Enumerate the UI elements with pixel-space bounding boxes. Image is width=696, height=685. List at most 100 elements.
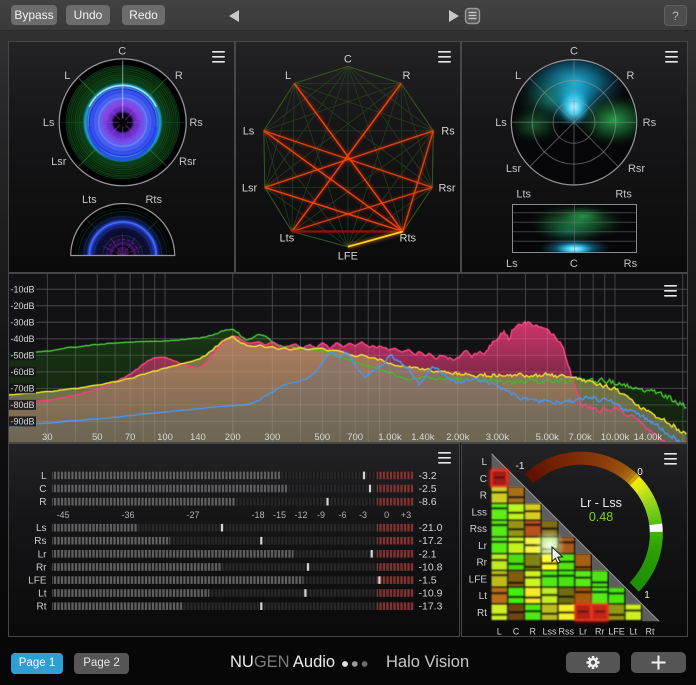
svg-text:Lt: Lt <box>630 627 638 637</box>
svg-text:-2.5: -2.5 <box>419 483 437 495</box>
svg-text:200: 200 <box>225 432 241 443</box>
svg-text:14.00k: 14.00k <box>634 432 663 443</box>
svg-text:LFE: LFE <box>338 250 358 262</box>
svg-text:Rr: Rr <box>476 558 487 569</box>
svg-text:Lss: Lss <box>471 507 487 518</box>
svg-text:-10dB: -10dB <box>11 284 35 294</box>
svg-text:Rt: Rt <box>646 627 655 637</box>
svg-text:Rr: Rr <box>36 563 47 574</box>
svg-text:-15: -15 <box>273 510 286 520</box>
svg-text:0: 0 <box>384 510 389 520</box>
svg-text:L: L <box>64 70 70 82</box>
svg-text:-18: -18 <box>251 510 264 520</box>
svg-text:-50dB: -50dB <box>11 351 35 361</box>
svg-text:-17.3: -17.3 <box>419 601 443 613</box>
svg-text:R: R <box>626 70 634 82</box>
svg-text:L: L <box>497 627 502 637</box>
svg-text:1.40k: 1.40k <box>411 432 434 443</box>
svg-text:Ls: Ls <box>506 258 518 270</box>
svg-text:Rss: Rss <box>470 524 487 535</box>
svg-text:Lr - Lss: Lr - Lss <box>580 496 622 510</box>
svg-text:0.48: 0.48 <box>589 510 613 524</box>
svg-text:Rsr: Rsr <box>438 183 455 195</box>
svg-text:Rsr: Rsr <box>628 163 645 175</box>
svg-text:Lr: Lr <box>579 627 587 637</box>
svg-text:C: C <box>39 484 46 495</box>
svg-text:L: L <box>41 471 47 482</box>
svg-text:1.00k: 1.00k <box>378 432 401 443</box>
svg-text:-3.2: -3.2 <box>419 470 437 482</box>
svg-text:-3: -3 <box>359 510 367 520</box>
svg-text:-36: -36 <box>121 510 134 520</box>
svg-text:Lts: Lts <box>280 232 295 244</box>
svg-text:-60dB: -60dB <box>11 367 35 377</box>
svg-text:700: 700 <box>347 432 363 443</box>
svg-text:Ls: Ls <box>43 117 55 129</box>
svg-text:Rss: Rss <box>559 627 575 637</box>
svg-text:-27: -27 <box>186 510 199 520</box>
svg-text:Ls: Ls <box>243 125 255 137</box>
svg-text:Rt: Rt <box>37 602 47 613</box>
svg-text:70: 70 <box>125 432 136 443</box>
svg-text:Rs: Rs <box>34 536 46 547</box>
svg-text:Rts: Rts <box>615 189 632 201</box>
svg-text:-17.2: -17.2 <box>419 535 443 547</box>
svg-text:C: C <box>570 46 578 58</box>
svg-text:Lts: Lts <box>82 194 97 206</box>
svg-text:Lr: Lr <box>38 549 48 560</box>
svg-text:10.00k: 10.00k <box>601 432 630 443</box>
svg-text:Rs: Rs <box>624 258 638 270</box>
svg-text:0: 0 <box>637 467 643 478</box>
svg-text:-21.0: -21.0 <box>419 522 443 534</box>
svg-text:Ls: Ls <box>36 523 47 534</box>
svg-text:R: R <box>175 70 183 82</box>
svg-text:-10.8: -10.8 <box>419 562 443 574</box>
svg-text:-10.9: -10.9 <box>419 588 443 600</box>
svg-text:1: 1 <box>644 590 650 601</box>
svg-text:C: C <box>480 474 487 485</box>
svg-text:Lts: Lts <box>516 189 531 201</box>
svg-text:2.00k: 2.00k <box>446 432 469 443</box>
svg-text:Rt: Rt <box>477 608 487 619</box>
svg-text:L: L <box>515 70 521 82</box>
svg-text:LFE: LFE <box>469 574 488 585</box>
svg-text:500: 500 <box>314 432 330 443</box>
svg-text:Lt: Lt <box>38 589 47 600</box>
svg-text:5.00k: 5.00k <box>536 432 559 443</box>
svg-text:140: 140 <box>190 432 206 443</box>
svg-text:50: 50 <box>92 432 103 443</box>
svg-text:Rr: Rr <box>595 627 605 637</box>
svg-text:R: R <box>530 627 537 637</box>
svg-text:L: L <box>285 70 291 82</box>
svg-text:L: L <box>481 457 487 468</box>
svg-text:100: 100 <box>157 432 173 443</box>
svg-text:-1: -1 <box>516 461 525 472</box>
svg-text:Lsr: Lsr <box>506 163 522 175</box>
svg-text:-9: -9 <box>317 510 325 520</box>
svg-text:Lsr: Lsr <box>51 156 67 168</box>
svg-text:Lsr: Lsr <box>242 183 258 195</box>
svg-text:300: 300 <box>264 432 280 443</box>
svg-text:Rts: Rts <box>145 194 162 206</box>
svg-text:R: R <box>39 497 46 508</box>
svg-text:Ls: Ls <box>495 117 507 129</box>
svg-text:Rts: Rts <box>400 232 417 244</box>
svg-text:C: C <box>118 46 126 58</box>
svg-text:-12: -12 <box>294 510 307 520</box>
svg-text:Lss: Lss <box>543 627 558 637</box>
svg-text:-30dB: -30dB <box>11 317 35 327</box>
svg-text:-1.5: -1.5 <box>419 575 437 587</box>
svg-text:-90dB: -90dB <box>11 417 35 427</box>
svg-text:Rs: Rs <box>643 117 657 129</box>
svg-text:Lr: Lr <box>478 541 488 552</box>
svg-text:-8.6: -8.6 <box>419 496 437 508</box>
svg-text:Lt: Lt <box>479 591 488 602</box>
svg-text:Rs: Rs <box>189 117 203 129</box>
svg-text:R: R <box>480 491 487 502</box>
svg-text:C: C <box>570 258 578 270</box>
svg-text:R: R <box>403 70 411 82</box>
svg-text:-80dB: -80dB <box>11 400 35 410</box>
svg-text:LFE: LFE <box>608 627 625 637</box>
svg-text:-45: -45 <box>56 510 69 520</box>
svg-text:C: C <box>344 54 352 66</box>
